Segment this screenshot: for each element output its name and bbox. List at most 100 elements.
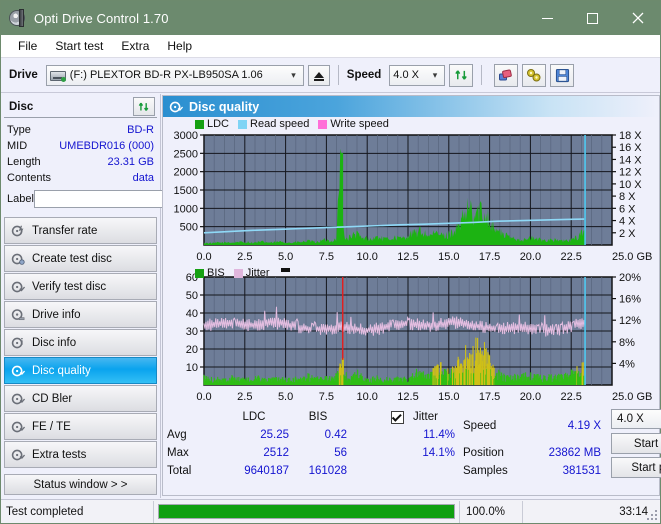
drive-select-value: (F:) PLEXTOR BD-R PX-LB950SA 1.06 [69, 69, 263, 81]
app-window: Opti Drive Control 1.70 File Start test … [0, 0, 661, 524]
bis-chart[interactable]: BIS Jitter 10 20 30 40 50 60 4% 8% 12% 16% 20% 0.0 2… [163, 267, 659, 407]
svg-text:2.5: 2.5 [237, 391, 252, 403]
ldc-chart[interactable]: LDC Read speed Write speed 500 1000 1500 20… [163, 117, 659, 267]
jitter-label: Jitter [413, 411, 438, 423]
sidebar: Disc Type BD-R MID UMEBDR016 (000) Lengt… [1, 94, 235, 498]
resize-grip[interactable] [647, 510, 658, 521]
stats-max-jitter: 14.1% [422, 447, 455, 459]
legend-entry-ldc: LDC [195, 118, 229, 130]
disc-icon [11, 280, 25, 294]
svg-text:30: 30 [186, 326, 198, 338]
progress-percent: 100.0% [466, 505, 506, 518]
speed-select[interactable]: 4.0 X ▾ [389, 64, 446, 86]
stats-row-total-label: Total [167, 465, 192, 477]
elapsed-time: 33:14 [619, 505, 648, 518]
disc-info-row-type: Type BD-R [7, 122, 154, 138]
svg-text:10.0: 10.0 [356, 391, 377, 403]
bis-plot[interactable]: 1020304050604%8%12%16%20%0.0 2.5 5.0 7.5 10.… [163, 267, 659, 407]
refresh-button[interactable] [449, 63, 474, 87]
position-stat-value: 23862 MB [548, 447, 601, 459]
maximize-button[interactable] [570, 1, 615, 35]
sidebar-item-verify-test-disc[interactable]: Verify test disc [4, 273, 157, 300]
menu-extra[interactable]: Extra [112, 37, 158, 55]
svg-text:2500: 2500 [174, 148, 198, 160]
disc-info-key: Length [7, 156, 41, 168]
svg-text:22.5: 22.5 [560, 391, 581, 403]
close-button[interactable] [615, 1, 660, 35]
ldc-legend: LDC Read speed Write speed [195, 118, 394, 130]
svg-text:5.0: 5.0 [278, 391, 293, 403]
drive-icon [49, 68, 66, 82]
legend-label-bis: BIS [207, 267, 225, 279]
legend-swatch-jitter [233, 268, 243, 278]
progress-bar [158, 504, 455, 519]
disc-refresh-button[interactable] [133, 97, 155, 116]
stats-avg-bis: 0.42 [324, 429, 347, 441]
start-full-button[interactable]: Start full [611, 433, 661, 454]
menu-start-test[interactable]: Start test [46, 37, 112, 55]
erase-button[interactable] [494, 63, 519, 87]
svg-text:1500: 1500 [174, 185, 198, 197]
status-window-button[interactable]: Status window > > [4, 474, 157, 495]
legend-swatch-write-speed [318, 119, 328, 129]
status-message: Test completed [6, 505, 84, 518]
sidebar-item-fe-te[interactable]: FE / TE [4, 413, 157, 440]
disc-info-row-mid: MID UMEBDR016 (000) [7, 138, 154, 154]
status-divider [153, 500, 154, 523]
panel-title: Disc quality [189, 99, 260, 114]
ldc-plot[interactable]: 500100015002000250030002 X4 X6 X8 X10 X1… [163, 117, 659, 267]
svg-text:50: 50 [186, 290, 198, 302]
svg-text:5.0: 5.0 [278, 251, 293, 263]
save-icon [555, 68, 569, 82]
drive-select[interactable]: (F:) PLEXTOR BD-R PX-LB950SA 1.06 ▾ [45, 64, 304, 86]
disc-info-value: 23.31 GB [107, 156, 154, 168]
stats-total-bis: 161028 [308, 465, 347, 477]
toolbar-divider [337, 65, 339, 85]
stats-row-max-label: Max [167, 447, 189, 459]
test-speed-select[interactable]: 4.0 X ▾ [611, 409, 661, 429]
disc-info-row-length: Length 23.31 GB [7, 154, 154, 170]
svg-text:14 X: 14 X [619, 154, 642, 166]
body: Disc Type BD-R MID UMEBDR016 (000) Lengt… [1, 94, 661, 498]
toolbar-divider-2 [481, 65, 483, 85]
plugin-button[interactable] [522, 63, 547, 87]
svg-text:16 X: 16 X [619, 142, 642, 154]
svg-text:15.0: 15.0 [438, 251, 459, 263]
menu-file[interactable]: File [9, 37, 46, 55]
menu-help[interactable]: Help [158, 37, 201, 55]
sidebar-item-extra-tests[interactable]: Extra tests [4, 441, 157, 468]
eject-button[interactable] [307, 64, 330, 86]
svg-text:12%: 12% [619, 315, 641, 327]
samples-stat-label: Samples [463, 465, 508, 477]
svg-text:10: 10 [186, 362, 198, 374]
speed-label: Speed [346, 69, 382, 81]
svg-text:0.0: 0.0 [196, 251, 211, 263]
save-button[interactable] [550, 63, 575, 87]
disc-info-value: UMEBDR016 (000) [59, 140, 154, 152]
disc-icon [11, 420, 25, 434]
disc-info-value: BD-R [127, 124, 154, 136]
sidebar-item-drive-info[interactable]: Drive info [4, 301, 157, 328]
svg-text:4 X: 4 X [619, 216, 636, 228]
sidebar-item-transfer-rate[interactable]: Transfer rate [4, 217, 157, 244]
svg-text:3000: 3000 [174, 130, 198, 142]
svg-text:20%: 20% [619, 272, 641, 284]
svg-text:4%: 4% [619, 358, 635, 370]
jitter-checkbox[interactable] [391, 411, 404, 424]
svg-text:2000: 2000 [174, 167, 198, 179]
start-part-button[interactable]: Start part [611, 457, 661, 478]
sidebar-item-label: CD Bler [32, 392, 73, 405]
sidebar-nav: Transfer rate Create test disc Verify te… [4, 217, 157, 469]
svg-text:2.5: 2.5 [237, 251, 252, 263]
sidebar-item-disc-info[interactable]: Disc info [4, 329, 157, 356]
sidebar-item-create-test-disc[interactable]: Create test disc [4, 245, 157, 272]
sidebar-item-disc-quality[interactable]: Disc quality [4, 357, 157, 384]
sidebar-item-cd-bler[interactable]: CD Bler [4, 385, 157, 412]
minimize-button[interactable] [525, 1, 570, 35]
svg-text:25.0 GB: 25.0 GB [612, 391, 652, 403]
sidebar-item-label: Verify test disc [32, 280, 107, 293]
samples-stat-value: 381531 [562, 465, 601, 477]
legend-entry-write-speed: Write speed [318, 118, 389, 130]
svg-text:10 X: 10 X [619, 179, 642, 191]
stats-total-ldc: 9640187 [244, 465, 289, 477]
